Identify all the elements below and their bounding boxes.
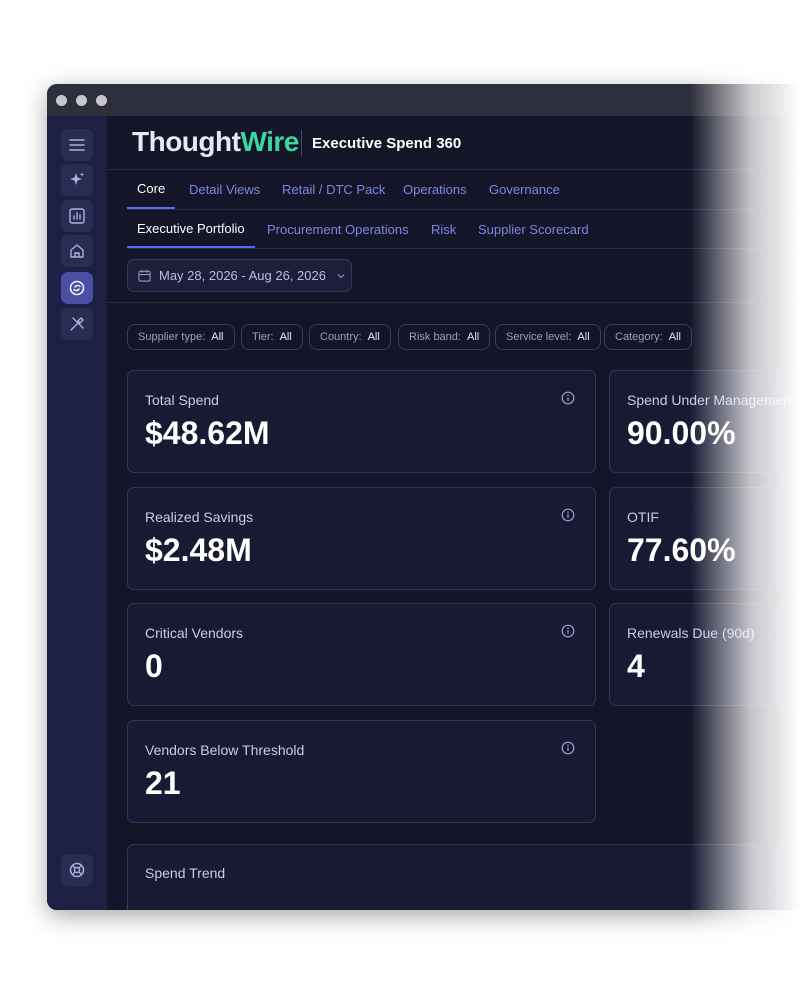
filter-value: All <box>279 331 292 343</box>
filter-value: All <box>466 331 480 343</box>
menu-icon <box>69 139 85 151</box>
tab-supplier-scorecard[interactable]: Supplier Scorecard <box>468 210 599 248</box>
support-button[interactable] <box>61 854 93 886</box>
kpi-value: 21 <box>145 765 181 801</box>
filter-label: Tier: <box>252 331 274 343</box>
kpi-value: 4 <box>627 648 645 684</box>
kpi-value: $48.62M <box>145 415 270 451</box>
kpi-card-realized-savings[interactable]: Realized Savings $2.48M <box>127 487 596 590</box>
kpi-value: 77.60% <box>627 532 736 568</box>
kpi-card-otif[interactable]: OTIF 77.60% <box>609 487 800 590</box>
kpi-card-critical-vendors[interactable]: Critical Vendors 0 <box>127 603 596 706</box>
tab-operations[interactable]: Operations <box>393 170 477 209</box>
filter-supplier-type[interactable]: Supplier type: All <box>127 324 235 350</box>
thoughtwire-logo[interactable]: ThoughtWire <box>132 126 299 158</box>
kpi-card-spend-under-management[interactable]: Spend Under Management 90.00% <box>609 370 800 473</box>
kpi-value: $2.48M <box>145 532 252 568</box>
filter-value: All <box>577 331 590 343</box>
filter-value: All <box>211 331 224 343</box>
tab-risk[interactable]: Risk <box>421 210 466 248</box>
tab-retail-dtc-pack[interactable]: Retail / DTC Pack <box>272 170 395 209</box>
date-range-bar: May 28, 2026 - Aug 26, 2026 <box>107 249 800 303</box>
menu-button[interactable] <box>61 129 93 161</box>
spend-dashboard-button[interactable] <box>61 272 93 304</box>
chevron-down-icon <box>337 273 345 278</box>
date-range-text: May 28, 2026 - Aug 26, 2026 <box>159 268 326 283</box>
filter-country[interactable]: Country: All <box>309 324 391 350</box>
filter-value: All <box>668 331 681 343</box>
info-icon[interactable] <box>561 624 575 638</box>
filter-risk-band[interactable]: Risk band: All <box>398 324 491 350</box>
filter-label: Category: <box>615 331 663 343</box>
filter-label: Risk band: <box>409 331 461 343</box>
filter-value: All <box>367 331 380 343</box>
filter-tier[interactable]: Tier: All <box>241 324 303 350</box>
home-button[interactable] <box>61 235 93 267</box>
reports-button[interactable] <box>61 200 93 232</box>
window-close-dot[interactable] <box>56 95 67 106</box>
spend-trend-title: Spend Trend <box>145 865 226 881</box>
app-window: ThoughtWire Executive Spend 360 Core Det… <box>47 84 800 910</box>
calendar-icon <box>138 269 151 282</box>
side-rail <box>47 116 107 910</box>
window-maximize-dot[interactable] <box>96 95 107 106</box>
window-titlebar <box>47 84 800 116</box>
filter-category[interactable]: Category: All <box>604 324 692 350</box>
spend-trend-card: Spend Trend <box>127 844 800 910</box>
main-content: ThoughtWire Executive Spend 360 Core Det… <box>107 116 800 910</box>
primary-tabs: Core Detail Views Retail / DTC Pack Oper… <box>127 170 800 210</box>
kpi-label: Realized Savings <box>145 509 254 525</box>
date-range-picker[interactable]: May 28, 2026 - Aug 26, 2026 <box>127 259 352 292</box>
kpi-card-renewals-due[interactable]: Renewals Due (90d) 4 <box>609 603 800 706</box>
info-icon[interactable] <box>561 508 575 522</box>
kpi-label: Critical Vendors <box>145 625 244 641</box>
tab-executive-portfolio[interactable]: Executive Portfolio <box>127 210 255 248</box>
filter-label: Service level: <box>506 331 572 343</box>
kpi-card-vendors-below-threshold[interactable]: Vendors Below Threshold 21 <box>127 720 596 823</box>
sparkle-icon <box>70 172 84 185</box>
filter-service-level[interactable]: Service level: All <box>495 324 601 350</box>
kpi-label: Spend Under Management <box>627 392 796 408</box>
spend-cycle-icon <box>69 280 85 296</box>
kpi-label: Renewals Due (90d) <box>627 625 755 641</box>
filter-label: Supplier type: <box>138 331 206 343</box>
window-minimize-dot[interactable] <box>76 95 87 106</box>
logo-text-primary: Thought <box>132 126 241 157</box>
support-icon <box>69 862 85 878</box>
home-icon <box>70 244 84 258</box>
tab-procurement-operations[interactable]: Procurement Operations <box>257 210 419 248</box>
tools-button[interactable] <box>61 308 93 340</box>
kpi-label: Total Spend <box>145 392 219 408</box>
tools-icon <box>70 317 84 331</box>
secondary-tabs: Executive Portfolio Procurement Operatio… <box>127 210 800 249</box>
kpi-label: OTIF <box>627 509 659 525</box>
app-title: Executive Spend 360 <box>312 135 462 152</box>
info-icon[interactable] <box>561 741 575 755</box>
kpi-value: 0 <box>145 648 163 684</box>
logo-text-accent: Wire <box>240 126 299 157</box>
tab-detail-views[interactable]: Detail Views <box>179 170 270 209</box>
filter-label: Country: <box>320 331 362 343</box>
ai-assistant-button[interactable] <box>61 164 93 196</box>
tab-governance[interactable]: Governance <box>479 170 570 209</box>
kpi-value: 90.00% <box>627 415 736 451</box>
kpi-label: Vendors Below Threshold <box>145 742 305 758</box>
info-icon[interactable] <box>561 391 575 405</box>
chart-icon <box>69 208 85 224</box>
tab-core[interactable]: Core <box>127 170 175 209</box>
header-divider <box>301 130 302 156</box>
app-header: ThoughtWire Executive Spend 360 <box>107 116 800 170</box>
kpi-card-total-spend[interactable]: Total Spend $48.62M <box>127 370 596 473</box>
